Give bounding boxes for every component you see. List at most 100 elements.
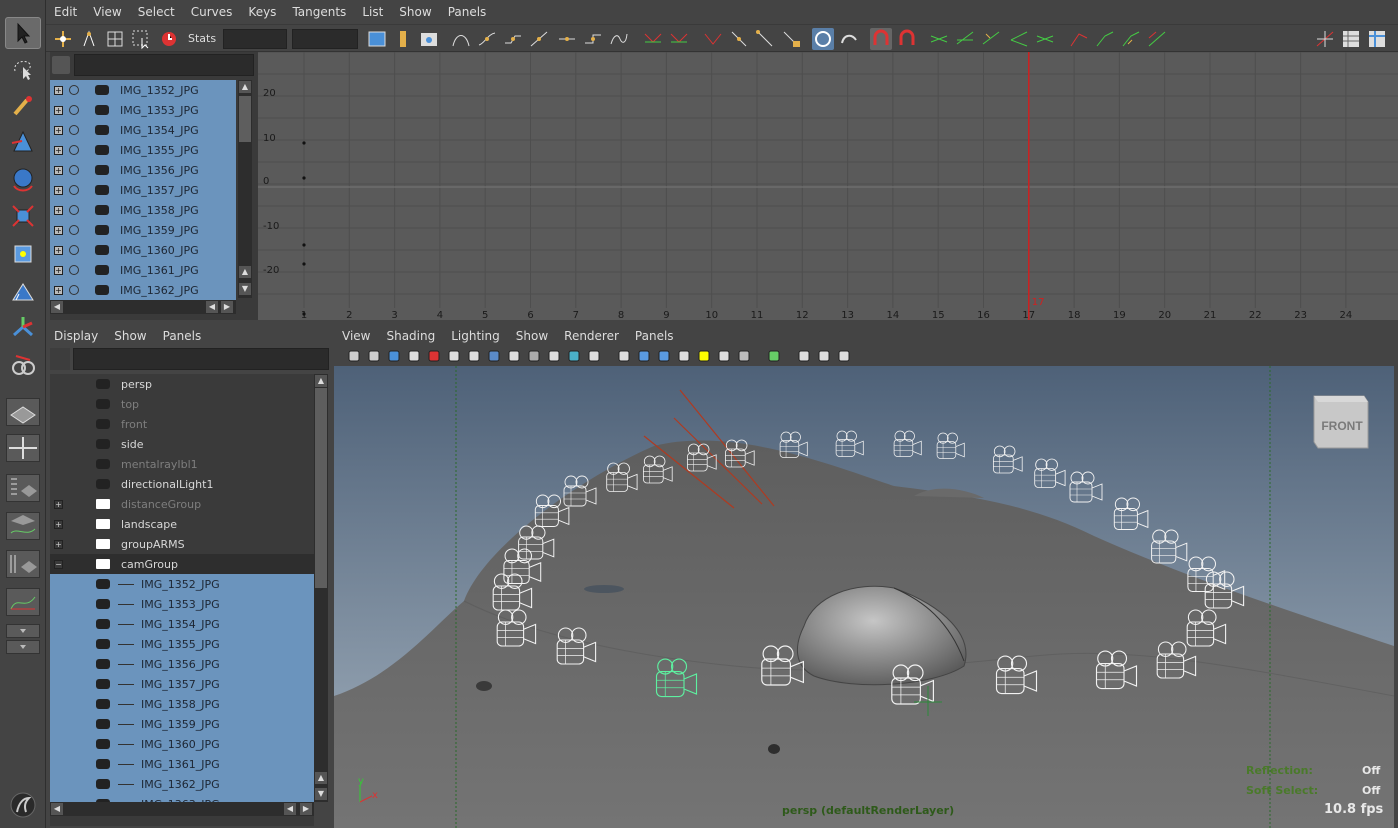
visibility-icon[interactable] [69,205,79,215]
outliner-row[interactable]: − camGroup [50,554,314,574]
visibility-icon[interactable] [69,225,79,235]
outliner-persp-layout-icon[interactable] [6,474,40,502]
outliner-scroll-thumb[interactable] [315,388,327,588]
layout-dropdown-icon[interactable] [6,624,40,638]
dope-sheet-layout-icon[interactable] [1340,28,1362,50]
visibility-icon[interactable] [69,265,79,275]
break-tangents-icon[interactable] [642,28,664,50]
graph-outliner-row[interactable]: + IMG_1362_JPG [50,280,236,300]
visibility-icon[interactable] [69,285,79,295]
stats-frame-field[interactable] [223,29,287,49]
time-snap-icon[interactable] [870,28,892,50]
filter-toggle-icon[interactable] [52,56,70,74]
graph-outliner-row[interactable]: + IMG_1358_JPG [50,200,236,220]
key-point[interactable] [302,262,306,266]
outliner-vscroll[interactable]: ▲ ▲ ▼ [314,374,328,802]
view-cube[interactable]: FRONT [1313,395,1369,449]
last-tool-icon[interactable] [5,349,41,381]
expand-icon[interactable]: + [54,285,63,295]
unify-tangents-icon[interactable] [668,28,690,50]
scroll-thumb[interactable] [239,96,251,142]
persp-graph-layout-icon[interactable] [6,512,40,540]
weighted-tangents-icon[interactable] [754,28,776,50]
xray-icon[interactable] [796,348,812,364]
shadows-icon[interactable] [716,348,732,364]
scroll-left2-icon[interactable]: ◀ [206,301,218,313]
outliner-row[interactable]: + landscape [50,514,314,534]
outliner-child-row[interactable]: IMG_1355_JPG [50,634,314,654]
expand-icon[interactable]: − [54,559,63,569]
field-chart-icon[interactable] [546,348,562,364]
outliner-scroll-left2-icon[interactable]: ◀ [284,803,296,815]
outliner-child-row[interactable]: IMG_1362_JPG [50,774,314,794]
outliner-scroll-down2-icon[interactable]: ▼ [315,788,327,800]
graph-outliner-row[interactable]: + IMG_1355_JPG [50,140,236,160]
outliner-hscroll[interactable]: ◀ ◀ ▶ [50,802,314,816]
menu-keys[interactable]: Keys [240,5,284,19]
stats-value-field[interactable] [292,29,358,49]
outliner-scroll-down-icon[interactable]: ▲ [315,772,327,784]
rotate-tool-icon[interactable] [5,163,41,195]
menu-show[interactable]: Show [508,329,556,343]
buffer-curve-snapshot-icon[interactable] [366,28,388,50]
menu-select[interactable]: Select [130,5,183,19]
safe-title-icon[interactable] [586,348,602,364]
shaded-wireframe-icon[interactable] [656,348,672,364]
expand-icon[interactable]: + [54,225,63,235]
menu-list[interactable]: List [354,5,391,19]
outliner-filter-input[interactable] [73,348,329,370]
outliner-child-row[interactable]: IMG_1359_JPG [50,714,314,734]
visibility-icon[interactable] [69,125,79,135]
menu-show[interactable]: Show [106,329,154,343]
graph-view[interactable]: 1234567891011121314151617181920212223242… [258,52,1398,320]
graph-outliner-filter-input[interactable] [74,54,254,76]
universal-manip-icon[interactable] [5,238,41,270]
scroll-left-icon[interactable]: ◀ [51,301,63,313]
load-selected-icon[interactable] [838,28,860,50]
outliner-row[interactable]: directionalLight1 [50,474,314,494]
bookmarks-icon[interactable] [386,348,402,364]
image-plane-icon[interactable] [406,348,422,364]
graph-outliner-row[interactable]: + IMG_1353_JPG [50,100,236,120]
use-all-lights-icon[interactable] [696,348,712,364]
menu-edit[interactable]: Edit [46,5,85,19]
scene-view[interactable]: FRONT y x persp (defaultRenderLayer) Ref… [334,366,1394,828]
normalize-icon[interactable] [928,28,950,50]
outliner-child-row[interactable]: IMG_1356_JPG [50,654,314,674]
expand-icon[interactable]: + [54,85,63,95]
xray-active-icon[interactable] [836,348,852,364]
menu-lighting[interactable]: Lighting [443,329,508,343]
graph-outliner-row[interactable]: + IMG_1357_JPG [50,180,236,200]
lock-key-icon[interactable] [780,28,802,50]
outliner-row[interactable]: + distanceGroup [50,494,314,514]
timeline-icon[interactable] [418,28,440,50]
scroll-right-icon[interactable]: ▶ [221,301,233,313]
expand-icon[interactable]: + [54,539,63,549]
scroll-down-arrow-icon[interactable]: ▼ [239,283,251,295]
auto-tangent-icon[interactable] [450,28,472,50]
clamped-tangent-icon[interactable] [502,28,524,50]
graph-outliner-row[interactable]: + IMG_1361_JPG [50,260,236,280]
menu-panels[interactable]: Panels [440,5,495,19]
screen-space-ao-icon[interactable] [736,348,752,364]
infinity-oscillate-icon[interactable] [1120,28,1142,50]
scale-tool-icon[interactable] [5,200,41,232]
flat-tangent-icon[interactable] [556,28,578,50]
textured-icon[interactable] [676,348,692,364]
auto-load-icon[interactable] [812,28,834,50]
isolate-select-icon[interactable] [766,348,782,364]
pre-infinity-cycle-icon[interactable] [980,28,1002,50]
channel-box-layout-icon[interactable] [1366,28,1388,50]
lock-tangent-weight-icon[interactable] [728,28,750,50]
xray-joints-icon[interactable] [816,348,832,364]
menu-show[interactable]: Show [391,5,439,19]
menu-shading[interactable]: Shading [378,329,443,343]
retime-tool-icon[interactable] [158,28,180,50]
visibility-icon[interactable] [69,185,79,195]
expand-icon[interactable]: + [54,245,63,255]
expand-icon[interactable]: + [54,205,63,215]
outliner-child-row[interactable]: IMG_1358_JPG [50,694,314,714]
outliner-row[interactable]: front [50,414,314,434]
safe-action-icon[interactable] [566,348,582,364]
expand-icon[interactable]: + [54,265,63,275]
